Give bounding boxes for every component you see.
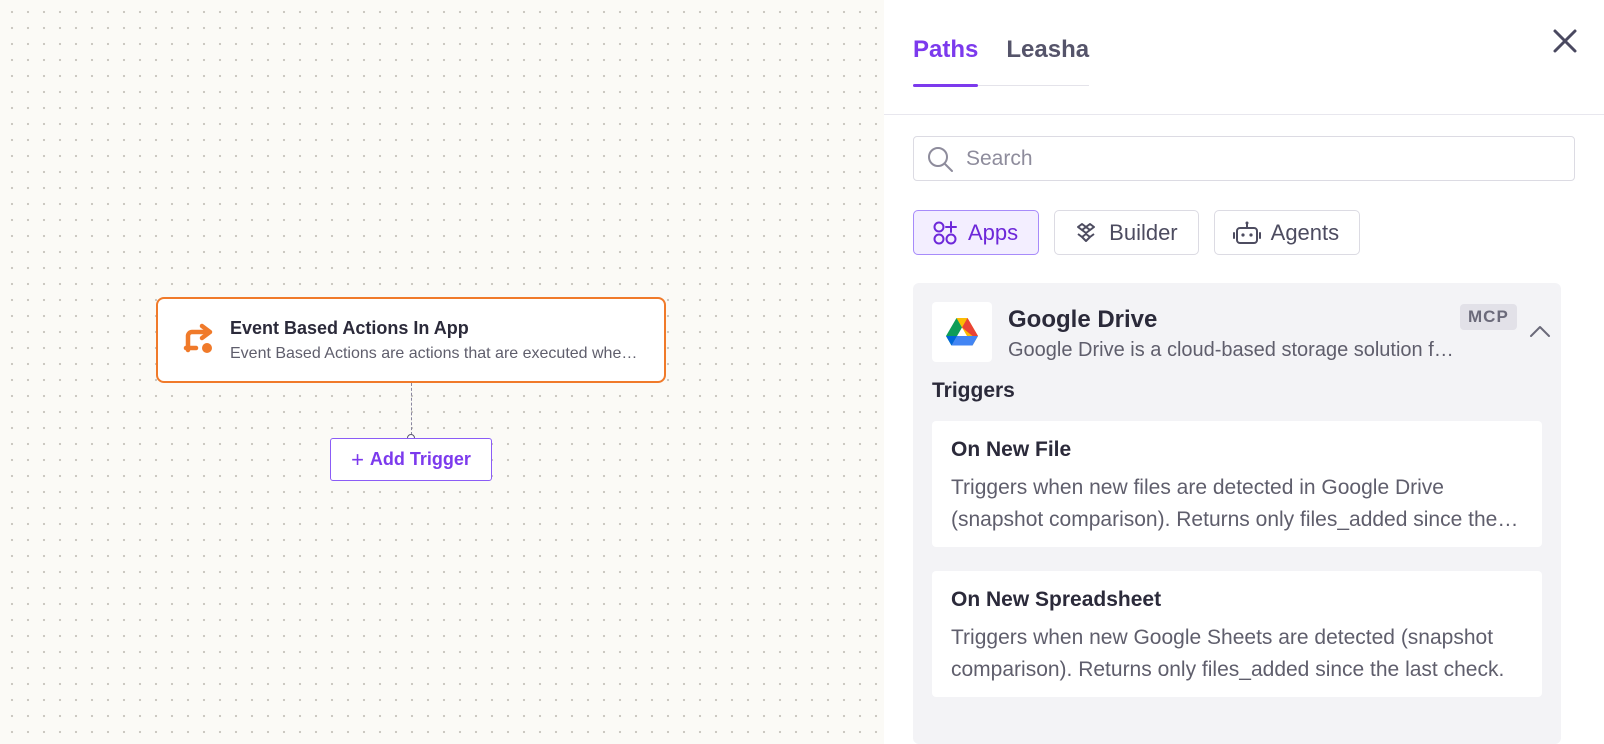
app-description: Google Drive is a cloud-based storage so… (1008, 339, 1464, 361)
node-title: Event Based Actions In App (230, 317, 469, 338)
app-header[interactable]: Google Drive MCP Google Drive is a cloud… (932, 302, 1561, 364)
filter-apps-button[interactable]: Apps (913, 210, 1040, 255)
add-trigger-label: Add Trigger (369, 449, 471, 469)
filter-builder-label: Builder (1109, 219, 1178, 245)
filter-apps-label: Apps (968, 219, 1019, 245)
mcp-badge: MCP (1460, 304, 1517, 330)
chevron-up-icon[interactable] (1529, 324, 1551, 338)
filter-agents-button[interactable]: Agents (1213, 210, 1361, 255)
search-input[interactable] (966, 146, 1546, 171)
trigger-description: Triggers when new files are detected in … (951, 476, 1498, 531)
triggers-section-title: Triggers (932, 379, 1015, 402)
app-name: Google Drive (1008, 306, 1158, 333)
search-icon (928, 146, 953, 172)
apps-icon (933, 220, 957, 244)
trigger-on-new-spreadsheet[interactable]: On New Spreadsheet Triggers when new Goo… (932, 571, 1542, 697)
close-icon (1553, 29, 1577, 53)
trigger-name: On New File (951, 438, 1072, 461)
filter-agents-label: Agents (1270, 219, 1340, 245)
google-drive-icon (946, 318, 978, 346)
filter-chips: Apps Builder Agents (913, 210, 1361, 255)
app-logo (932, 302, 992, 362)
plus-icon: + (351, 446, 364, 472)
panel-tabs: Paths Leasha (913, 0, 1089, 87)
tab-paths[interactable]: Paths (913, 0, 979, 87)
close-button[interactable] (1548, 24, 1582, 58)
event-trigger-icon (183, 323, 213, 353)
trigger-description: Triggers when new Google Sheets are dete… (951, 626, 1505, 681)
trigger-name: On New Spreadsheet (951, 588, 1162, 611)
add-trigger-button[interactable]: + Add Trigger (330, 438, 492, 481)
robot-icon (1232, 221, 1261, 244)
trigger-on-new-file[interactable]: On New File Triggers when new files are … (932, 421, 1542, 547)
node-description: Event Based Actions are actions that are… (230, 344, 646, 362)
tab-leasha[interactable]: Leasha (1006, 0, 1089, 86)
node-connector (411, 383, 412, 435)
side-panel: Paths Leasha Apps (884, 0, 1604, 744)
search-box[interactable] (913, 136, 1575, 181)
workflow-canvas[interactable]: Event Based Actions In App Event Based A… (0, 0, 884, 744)
filter-builder-button[interactable]: Builder (1054, 210, 1199, 255)
trigger-node[interactable]: Event Based Actions In App Event Based A… (156, 297, 666, 383)
builder-icon (1077, 222, 1096, 242)
header-divider (884, 114, 1604, 115)
app-card-google-drive: Google Drive MCP Google Drive is a cloud… (913, 283, 1561, 744)
